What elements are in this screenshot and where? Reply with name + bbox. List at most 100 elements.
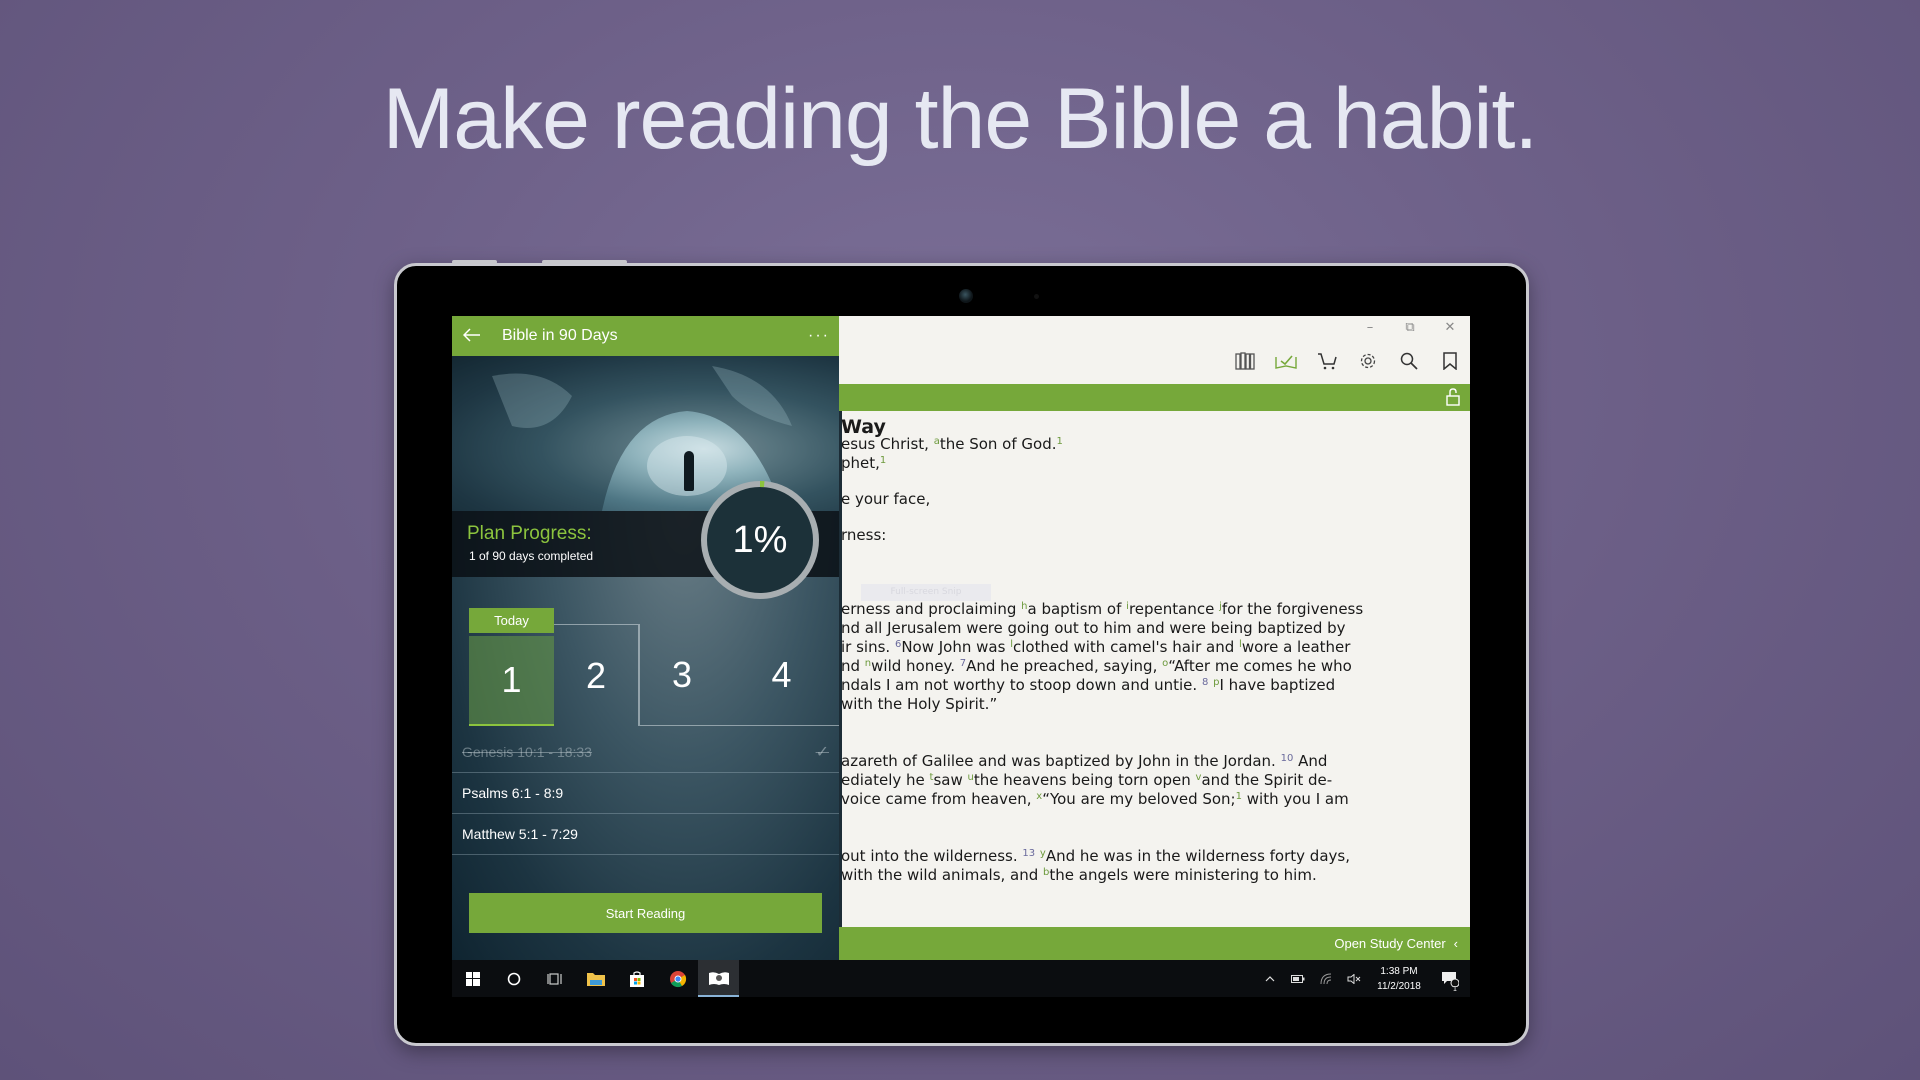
tablet-volume-button [542,260,627,264]
reading-list: Genesis 10:1 - 18:33 ✓ Psalms 6:1 - 8:9 … [452,732,839,855]
settings-icon [1360,353,1375,369]
reading-item-psalms[interactable]: Psalms 6:1 - 8:9 [452,773,839,814]
task-view-icon [546,972,562,985]
task-view-button[interactable] [534,960,575,997]
text-line: nd all Jerusalem were going out to him a… [841,619,1346,637]
bookmark-button[interactable] [1437,350,1462,372]
progress-ring: 1% [698,478,822,602]
notification-icon [1442,971,1459,987]
search-button[interactable] [1396,350,1421,372]
notification-count: 1 [1453,985,1457,993]
plan-header: Bible in 90 Days ··· [452,316,839,356]
close-button[interactable]: ✕ [1430,316,1470,340]
chevron-up-icon [1265,976,1275,982]
reading-plan-panel: Bible in 90 Days ··· Plan Progress: 1 of… [452,316,839,960]
text-line: phet,1 [841,454,887,472]
show-hidden-icons-button[interactable] [1256,975,1284,982]
wifi-icon [1320,973,1332,984]
file-explorer-icon [586,972,605,986]
start-button[interactable] [452,960,493,997]
progress-percent: 1% [732,518,788,561]
day-4-tile[interactable]: 4 [724,624,839,726]
text-line: ndals I am not worthy to stoop down and … [841,676,1336,694]
text-line: e your face, [841,490,931,508]
day-3-tile[interactable]: 3 [639,624,724,726]
plan-progress-title: Plan Progress: [467,523,592,544]
chrome-button[interactable] [657,960,698,997]
library-button[interactable] [1232,350,1257,372]
unlock-icon [1446,388,1460,406]
more-horizontal-icon: ··· [808,327,830,344]
study-center-label: Open Study Center [1334,936,1446,951]
day-2-tile[interactable]: 2 [554,624,639,726]
reader-title-bar [839,384,1470,411]
light-sensor [1034,294,1039,299]
open-study-center-button[interactable]: Open Study Center ‹ [839,927,1470,960]
bible-app-icon [708,971,729,985]
text-line: ir sins. 6Now John was lclothed with cam… [841,638,1351,656]
headline: Make reading the Bible a habit. [382,71,1539,167]
text-line: erness and proclaiming ha baptism of ire… [841,600,1364,618]
text-line: with the Holy Spirit.” [841,695,998,713]
window-controls: – ⧉ ✕ [1350,316,1470,340]
camera [959,289,973,303]
back-button[interactable] [452,325,492,348]
battery-icon [1291,974,1305,983]
reading-item-genesis[interactable]: Genesis 10:1 - 18:33 ✓ [452,732,839,773]
bookmark-icon [1442,352,1457,370]
explorer-figure [684,451,694,491]
plan-title: Bible in 90 Days [502,327,618,344]
reading-label: Psalms 6:1 - 8:9 [462,785,564,801]
start-reading-button[interactable]: Start Reading [469,893,822,933]
text-line: nd nwild honey. 7And he preached, saying… [841,657,1352,675]
unlock-button[interactable] [1446,388,1460,410]
search-icon [1400,352,1418,370]
plan-progress-subtitle: 1 of 90 days completed [469,549,594,563]
clock-time: 1:38 PM [1380,965,1418,977]
cortana-icon [507,972,520,985]
restore-button[interactable]: ⧉ [1390,316,1430,340]
battery-button[interactable] [1284,974,1312,983]
reading-item-matthew[interactable]: Matthew 5:1 - 7:29 [452,814,839,855]
library-icon [1234,352,1255,370]
cortana-button[interactable] [493,960,534,997]
day-selector: Today 1 2 3 4 [469,608,839,726]
volume-muted-icon [1347,973,1361,984]
clock[interactable]: 1:38 PM 11/2/2018 [1368,964,1430,994]
clock-date: 11/2/2018 [1377,980,1421,992]
action-center-button[interactable]: 1 [1430,971,1470,993]
settings-button[interactable] [1355,350,1380,372]
text-line: ediately he tsaw uthe heavens being torn… [841,771,1333,789]
store-button[interactable] [616,960,657,997]
chevron-left-icon: ‹ [1453,936,1458,951]
more-options-button[interactable]: ··· [799,327,839,345]
minimize-button[interactable]: – [1350,316,1390,340]
wifi-button[interactable] [1312,973,1340,985]
volume-button[interactable] [1340,973,1368,984]
cart-icon [1317,353,1337,370]
store-cart-button[interactable] [1314,350,1339,372]
tablet-power-button [452,260,497,264]
reading-plan-button[interactable] [1273,350,1298,372]
text-line: azareth of Galilee and was baptized by J… [841,752,1328,770]
day-1-tile[interactable]: 1 [469,636,554,726]
reading-plan-icon [1274,355,1297,369]
text-line: rness: [841,526,887,544]
text-line: voice came from heaven, x“You are my bel… [841,790,1349,808]
bible-text: Way esus Christ, athe Son of God.1 phet,… [841,416,1461,885]
windows-taskbar: 1:38 PM 11/2/2018 1 [452,960,1470,997]
bible-reader-panel: – ⧉ ✕ Full-screen Snip Way esus Christ, … [839,316,1470,960]
store-icon [629,970,644,987]
bible-app-button[interactable] [698,960,739,997]
system-tray: 1:38 PM 11/2/2018 1 [1256,960,1470,997]
reading-label: Genesis 10:1 - 18:33 [462,744,592,760]
text-line: with the wild animals, and bthe angels w… [841,866,1317,884]
file-explorer-button[interactable] [575,960,616,997]
reader-toolbar [1232,350,1462,372]
windows-start-icon [465,971,480,986]
arrow-left-icon [462,327,480,342]
section-heading: Way [841,416,886,438]
check-icon: ✓ [815,744,829,761]
reading-label: Matthew 5:1 - 7:29 [462,826,578,842]
text-line: esus Christ, athe Son of God.1 [841,435,1063,453]
